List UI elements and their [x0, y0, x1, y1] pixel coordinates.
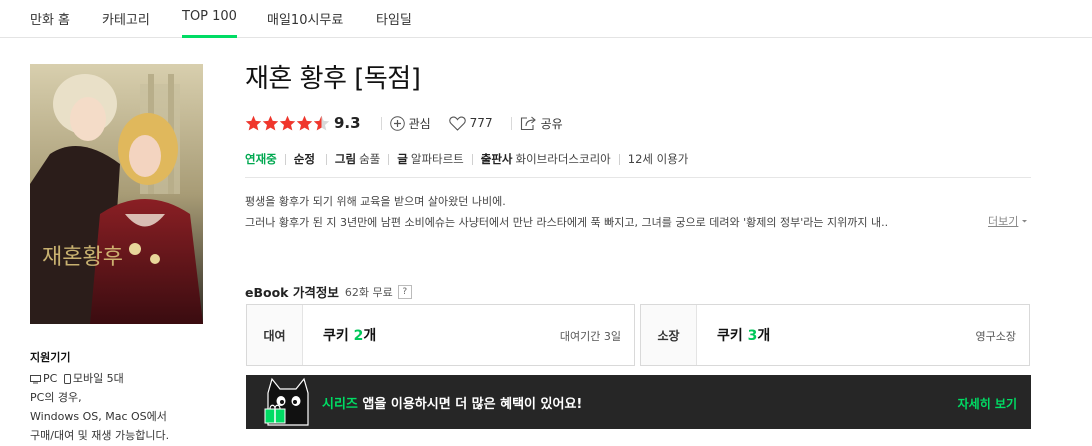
own-kind: 소장	[641, 305, 697, 365]
star-icon	[245, 115, 262, 130]
cover-title-art: 재혼황후	[42, 245, 123, 270]
rent-kind: 대여	[247, 305, 303, 365]
banner-message: 앱을 이용하시면 더 많은 혜택이 있어요!	[357, 396, 583, 412]
info-divider	[618, 153, 620, 165]
support-mobile: 모바일 5대	[72, 372, 124, 385]
rent-price-suffix: 개	[363, 328, 377, 344]
page-title: 재혼 황후 [독점]	[245, 64, 421, 94]
follow-button[interactable]: 관심	[389, 115, 431, 132]
description: 평생을 황후가 되기 위해 교육을 받으며 살아왔던 나비에. 그러나 황후가 …	[245, 191, 965, 233]
own-option[interactable]: 소장 쿠키 3개 영구소장	[640, 304, 1030, 366]
tab-comic-home[interactable]: 만화 홈	[30, 9, 70, 38]
price-header-label: eBook 가격정보	[245, 285, 339, 300]
banner-highlight: 시리즈	[322, 396, 358, 412]
support-head: 지원기기	[30, 351, 71, 364]
cover-image[interactable]: 재혼황후	[30, 64, 203, 324]
support-line-1: PC의 경우,	[30, 391, 82, 404]
tab-daily-free[interactable]: 매일10시무료	[267, 9, 343, 38]
rent-price-prefix: 쿠키	[323, 328, 354, 344]
plus-circle-icon	[389, 115, 405, 131]
series-app-banner[interactable]: 시리즈 앱을 이용하시면 더 많은 혜택이 있어요! 자세히 보기	[246, 375, 1031, 429]
age-rating: 12세 이용가	[627, 152, 689, 166]
more-label: 더보기	[988, 215, 1019, 228]
star-icon	[313, 115, 330, 130]
rent-note: 대여기간 3일	[559, 330, 621, 343]
meta-row: 9.3 관심 777 공유	[245, 112, 573, 134]
rent-price: 쿠키 2개	[323, 325, 376, 345]
help-icon[interactable]: ?	[397, 284, 412, 299]
story-label: 글	[397, 152, 408, 166]
tab-timedeal[interactable]: 타임딜	[376, 9, 412, 38]
art-label: 그림	[334, 152, 357, 166]
caret-down-icon	[1022, 220, 1028, 223]
banner-text: 시리즈 앱을 이용하시면 더 많은 혜택이 있어요!	[322, 393, 582, 412]
rating-score: 9.3	[334, 114, 361, 132]
art-value[interactable]: 숨풀	[359, 151, 380, 167]
star-icon	[279, 115, 296, 130]
description-line-2: 그러나 황후가 된 지 3년만에 남편 소비에슈는 사냥터에서 만난 라스타에게…	[245, 216, 889, 229]
tab-category[interactable]: 카테고리	[102, 9, 150, 38]
rent-option[interactable]: 대여 쿠키 2개 대여기간 3일	[246, 304, 635, 366]
own-price: 쿠키 3개	[717, 325, 770, 345]
info-divider	[284, 153, 286, 165]
share-label: 공유	[540, 116, 563, 131]
pc-icon	[30, 374, 41, 383]
support-devices: 지원기기 PC 모바일 5대 PC의 경우, Windows OS, Mac O…	[30, 348, 220, 445]
info-divider	[388, 153, 390, 165]
publisher-label: 출판사	[480, 152, 513, 166]
own-price-suffix: 개	[757, 328, 771, 344]
more-button[interactable]: 더보기	[988, 213, 1029, 229]
status-badge: 연재중	[245, 152, 277, 166]
info-divider	[471, 153, 473, 165]
story-value[interactable]: 알파타르트	[411, 151, 464, 167]
support-pc: PC	[43, 372, 58, 385]
rating-stars	[245, 115, 330, 132]
section-divider	[245, 177, 1031, 178]
support-device-row: PC 모바일 5대	[30, 369, 220, 388]
tab-top100[interactable]: TOP 100	[182, 9, 237, 38]
star-icon	[262, 115, 279, 130]
banner-detail-link[interactable]: 자세히 보기	[958, 395, 1017, 412]
follow-label: 관심	[408, 116, 431, 131]
genre-label[interactable]: 순정	[294, 151, 315, 167]
cat-mascot-icon	[264, 377, 309, 426]
own-cookie-count: 3	[747, 328, 758, 344]
mobile-icon	[63, 374, 71, 384]
star-icon	[296, 115, 313, 130]
description-line-1: 평생을 황후가 되기 위해 교육을 받으며 살아왔던 나비에.	[245, 195, 506, 208]
meta-divider-2	[510, 116, 512, 130]
rent-cookie-count: 2	[353, 328, 364, 344]
price-header: eBook 가격정보 62화 무료 ?	[245, 282, 412, 301]
meta-divider	[380, 116, 382, 130]
top-nav: 만화 홈 카테고리 TOP 100 매일10시무료 타임딜	[0, 0, 1092, 38]
own-price-prefix: 쿠키	[717, 328, 748, 344]
heart-icon	[448, 116, 466, 131]
info-row: 연재중 순정 그림 숨풀 글 알파타르트 출판사 화이브라더스코리아 12세 이…	[245, 151, 688, 167]
publisher-value[interactable]: 화이브라더스코리아	[516, 151, 611, 167]
support-line-3: 구매/대여 및 재생 가능합니다.	[30, 429, 170, 442]
own-note: 영구소장	[975, 330, 1016, 343]
like-button[interactable]: 777	[448, 116, 493, 131]
share-icon	[520, 116, 536, 130]
like-count: 777	[469, 116, 493, 130]
info-divider	[325, 153, 327, 165]
free-episodes: 62화 무료	[344, 285, 393, 299]
support-line-2: Windows OS, Mac OS에서	[30, 410, 167, 423]
share-button[interactable]: 공유	[520, 115, 563, 132]
